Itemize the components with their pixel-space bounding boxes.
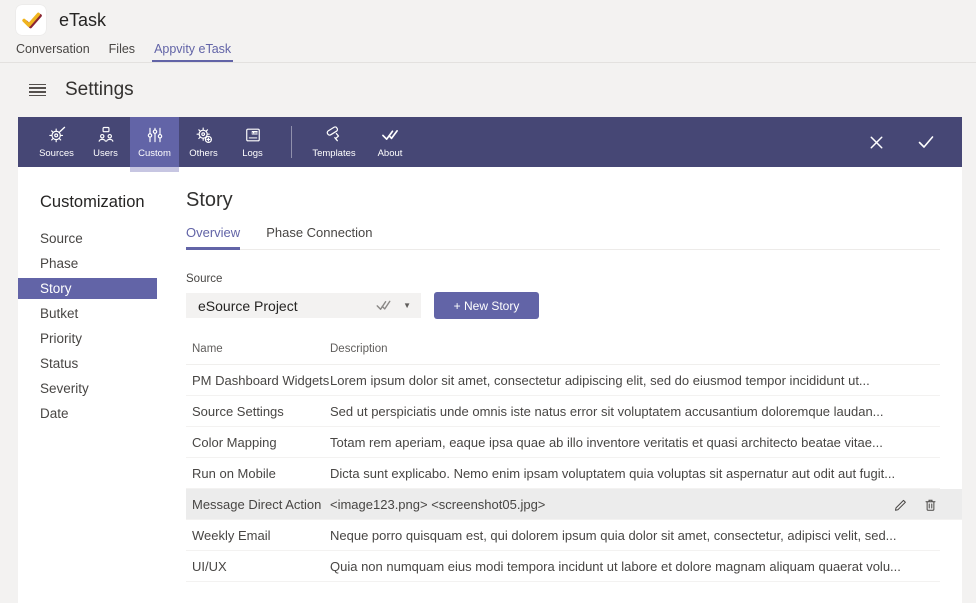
column-header-description: Description [330,343,940,355]
tab-files[interactable]: Files [107,42,137,62]
tab-phase-connection[interactable]: Phase Connection [266,225,372,250]
table-row[interactable]: UI/UX Quia non numquam eius modi tempora… [186,551,940,582]
toolbar-item-label: Templates [312,148,355,159]
source-dropdown[interactable]: eSource Project ▼ [186,293,421,318]
row-description: <image123.png> <screenshot05.jpg> [330,497,545,512]
table-header: Name Description [186,339,940,365]
row-name: PM Dashboard Widgets [192,373,330,388]
double-check-icon [380,125,400,145]
tab-overview[interactable]: Overview [186,225,240,250]
sidebar-item-date[interactable]: Date [18,403,157,424]
row-description: Quia non numquam eius modi tempora incid… [330,559,940,574]
sidebar-item-butket[interactable]: Butket [18,303,157,324]
toolbar-item-label: Sources [39,148,74,159]
edit-icon[interactable] [893,497,908,512]
gear-plus-icon [194,125,214,145]
settings-toolbar: Sources Users Custom Other [18,117,962,167]
sidebar-item-source[interactable]: Source [18,228,157,249]
top-header: eTask [0,0,976,40]
toolbar-item-label: Others [189,148,218,159]
double-check-icon [375,298,392,313]
table-row[interactable]: Run on Mobile Dicta sunt explicabo. Nemo… [186,458,940,489]
sidebar-title: Customization [40,193,157,212]
column-header-name: Name [192,343,330,355]
sidebar-item-severity[interactable]: Severity [18,378,157,399]
row-name: Source Settings [192,404,330,419]
source-dropdown-value: eSource Project [198,298,298,314]
table-row[interactable]: Source Settings Sed ut perspiciatis unde… [186,396,940,427]
table-row[interactable]: Weekly Email Neque porro quisquam est, q… [186,520,940,551]
toolbar-item-about[interactable]: About [362,117,418,167]
sliders-icon [145,125,165,145]
source-dropdown-icons: ▼ [375,298,411,313]
etask-logo [16,5,46,35]
story-tabs: Overview Phase Connection [186,225,940,250]
source-controls: eSource Project ▼ + New Story [186,292,940,319]
delete-icon[interactable] [923,497,938,512]
sidebar-item-story[interactable]: Story [18,278,157,299]
toolbar-item-users[interactable]: Users [81,117,130,167]
teams-tab-strip: Conversation Files Appvity eTask [0,40,976,63]
sidebar-item-priority[interactable]: Priority [18,328,157,349]
svg-text:LOG: LOG [252,131,259,135]
app-title: eTask [59,10,106,31]
close-icon[interactable] [867,133,886,152]
content-area: Customization Source Phase Story Butket … [18,167,962,603]
row-description: Neque porro quisquam est, qui dolorem ip… [330,528,940,543]
story-table: Name Description PM Dashboard Widgets Lo… [186,339,940,582]
etask-double-check-icon [18,7,44,33]
logs-icon: LOG [243,125,263,145]
hamburger-icon[interactable] [29,84,46,97]
toolbar-item-others[interactable]: Others [179,117,228,167]
toolbar-separator [291,126,292,158]
row-name: Weekly Email [192,528,330,543]
row-name: Message Direct Action [192,497,330,512]
customization-sidebar: Customization Source Phase Story Butket … [18,167,157,603]
story-panel: Story Overview Phase Connection Source e… [157,167,962,603]
gear-wrench-icon [47,125,67,145]
caret-down-icon[interactable]: ▼ [403,301,411,310]
row-description: Totam rem aperiam, eaque ipsa quae ab il… [330,435,940,450]
sidebar-item-phase[interactable]: Phase [18,253,157,274]
toolbar-item-logs[interactable]: LOG Logs [228,117,277,167]
settings-bar: Settings [0,63,976,117]
paint-roller-icon [324,125,344,145]
tab-appvity-etask[interactable]: Appvity eTask [152,42,233,62]
toolbar-item-templates[interactable]: Templates [306,117,362,167]
table-row[interactable]: PM Dashboard Widgets Lorem ipsum dolor s… [186,365,940,396]
source-field-label: Source [186,273,940,285]
row-description: Lorem ipsum dolor sit amet, consectetur … [330,373,940,388]
section-title: Story [186,189,940,212]
toolbar-item-sources[interactable]: Sources [32,117,81,167]
table-row-selected[interactable]: Message Direct Action <image123.png> <sc… [186,489,962,520]
row-name: Color Mapping [192,435,330,450]
users-icon [96,125,116,145]
row-name: Run on Mobile [192,466,330,481]
page-title: Settings [65,79,134,101]
app-body: Sources Users Custom Other [18,117,962,603]
row-actions [893,497,938,512]
check-icon[interactable] [916,132,936,152]
toolbar-item-custom[interactable]: Custom [130,117,179,167]
row-name: UI/UX [192,559,330,574]
sidebar-item-status[interactable]: Status [18,353,157,374]
row-description: Dicta sunt explicabo. Nemo enim ipsam vo… [330,466,940,481]
toolbar-item-label: Logs [242,148,263,159]
row-description: Sed ut perspiciatis unde omnis iste natu… [330,404,940,419]
new-story-button[interactable]: + New Story [434,292,539,319]
toolbar-item-label: Users [93,148,118,159]
tab-conversation[interactable]: Conversation [14,42,92,62]
toolbar-item-label: About [378,148,403,159]
toolbar-actions [867,117,962,167]
toolbar-item-label: Custom [138,148,171,159]
table-row[interactable]: Color Mapping Totam rem aperiam, eaque i… [186,427,940,458]
